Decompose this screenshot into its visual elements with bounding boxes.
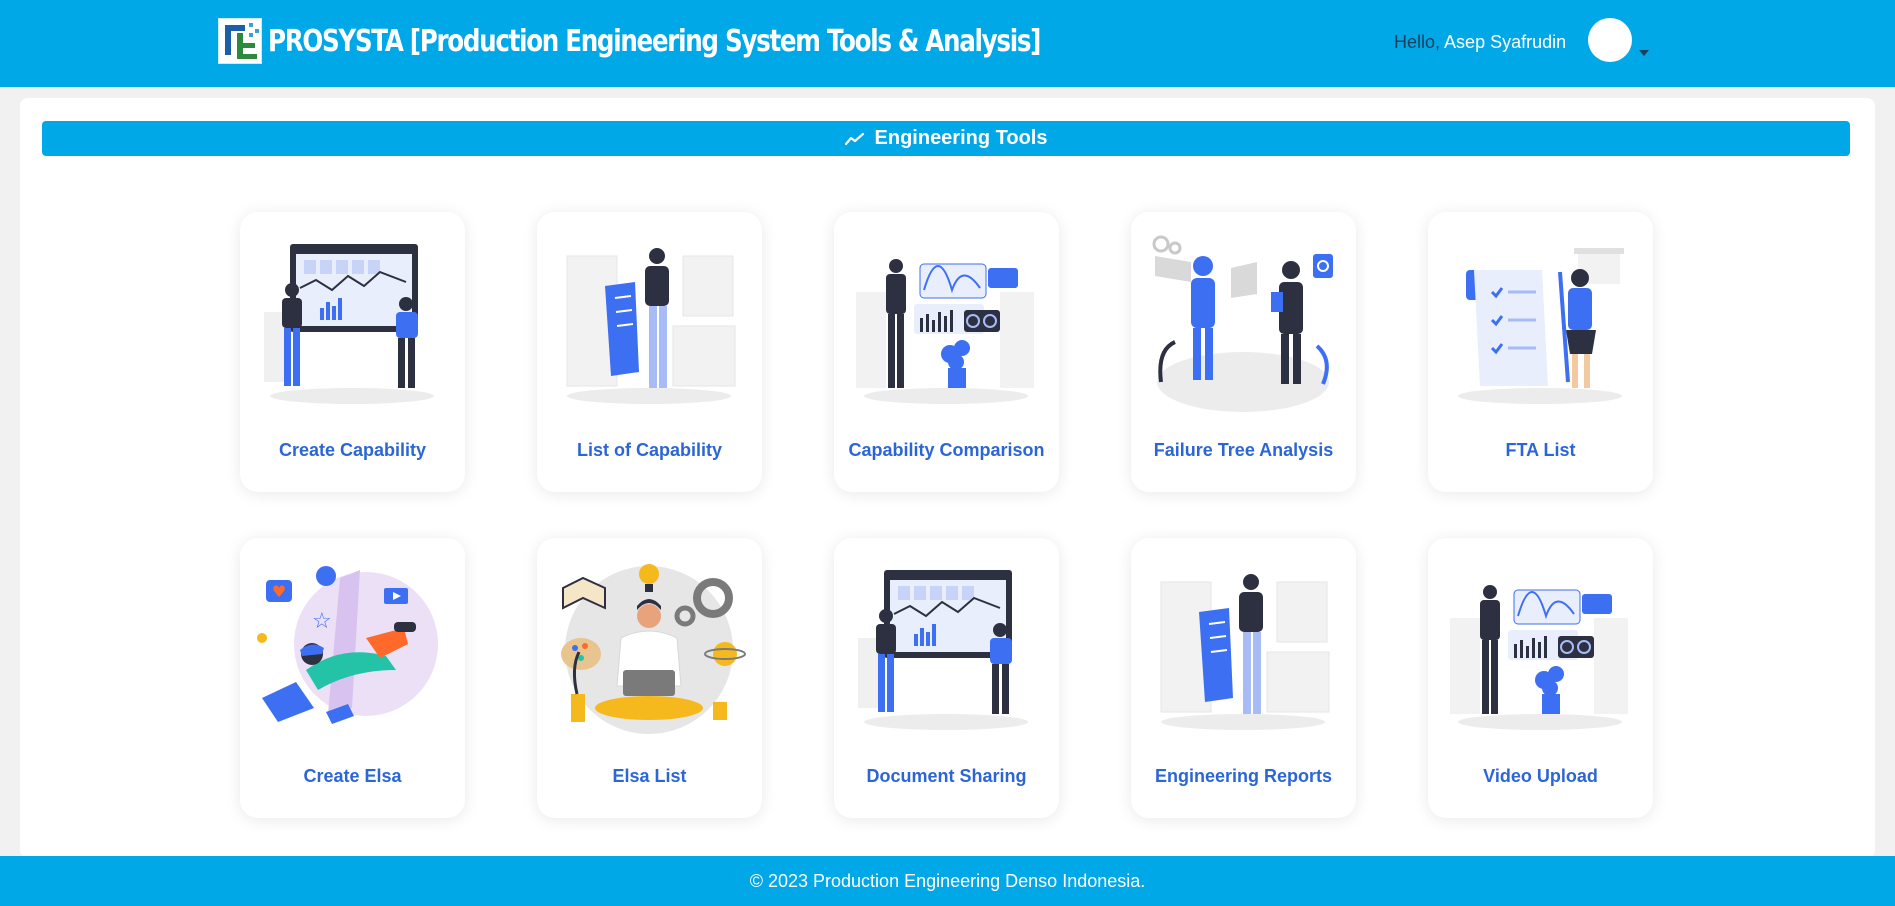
tool-label: Failure Tree Analysis: [1153, 440, 1334, 460]
ideas-meditation-illustration: [561, 564, 746, 734]
svg-text:♥: ♥: [272, 582, 286, 601]
tool-label: Capability Comparison: [848, 440, 1045, 460]
svg-text:☆: ☆: [312, 609, 332, 634]
tool-label: List of Capability: [576, 440, 722, 460]
tool-label: Engineering Reports: [1154, 766, 1333, 786]
caret-down-icon[interactable]: [1639, 50, 1649, 56]
tool-card-elsa-list[interactable]: Elsa List: [537, 538, 762, 818]
tool-card-video-upload[interactable]: Video Upload: [1428, 538, 1653, 818]
tool-card-failure-tree-analysis[interactable]: Failure Tree Analysis: [1131, 212, 1356, 492]
tool-label: Document Sharing: [866, 766, 1027, 786]
tool-card-create-capability[interactable]: Create Capability: [240, 212, 465, 492]
tool-card-list-of-capability[interactable]: List of Capability: [537, 212, 762, 492]
chart-line-icon: [844, 132, 864, 145]
section-title: Engineering Tools: [874, 127, 1048, 149]
tool-label: Create Capability: [278, 440, 427, 460]
creative-laptop-illustration: ♥ ☆: [257, 566, 438, 724]
tool-label: Elsa List: [612, 766, 687, 786]
user-greeting: Hello, Asep Syafrudin: [1394, 32, 1566, 53]
footer: © 2023 Production Engineering Denso Indo…: [0, 856, 1895, 906]
top-navbar: PROSYSTA [Production Engineering System …: [0, 0, 1895, 87]
tool-card-capability-comparison[interactable]: Capability Comparison: [834, 212, 1059, 492]
tool-label: Create Elsa: [303, 766, 402, 786]
prosysta-logo-icon: [218, 18, 262, 64]
tool-card-create-elsa[interactable]: ♥ ☆ Create Elsa: [240, 538, 465, 818]
tool-card-engineering-reports[interactable]: Engineering Reports: [1131, 538, 1356, 818]
brand[interactable]: PROSYSTA [Production Engineering System …: [218, 18, 1210, 64]
analytics-screens-illustration: [856, 259, 1034, 404]
dashboard-team-illustration: [264, 244, 434, 404]
analytics-screens-illustration: [1450, 585, 1628, 730]
tool-card-fta-list[interactable]: FTA List: [1428, 212, 1653, 492]
user-avatar[interactable]: [1588, 18, 1632, 62]
tool-card-document-sharing[interactable]: Document Sharing: [834, 538, 1059, 818]
person-holding-list-illustration: [566, 248, 736, 404]
tool-label: FTA List: [1505, 440, 1576, 460]
footer-copyright: © 2023 Production Engineering Denso Indo…: [749, 870, 1146, 891]
dashboard-team-illustration: [858, 570, 1028, 730]
greeting-text: Hello,: [1394, 32, 1441, 52]
checklist-illustration: [1458, 248, 1624, 404]
section-header: Engineering Tools: [42, 121, 1850, 156]
tool-label: Video Upload: [1483, 766, 1598, 786]
vr-robot-illustration: [1152, 235, 1333, 412]
person-holding-list-illustration: [1160, 574, 1330, 730]
app-title: PROSYSTA [Production Engineering System …: [268, 23, 1041, 59]
user-name: Asep Syafrudin: [1444, 32, 1567, 52]
